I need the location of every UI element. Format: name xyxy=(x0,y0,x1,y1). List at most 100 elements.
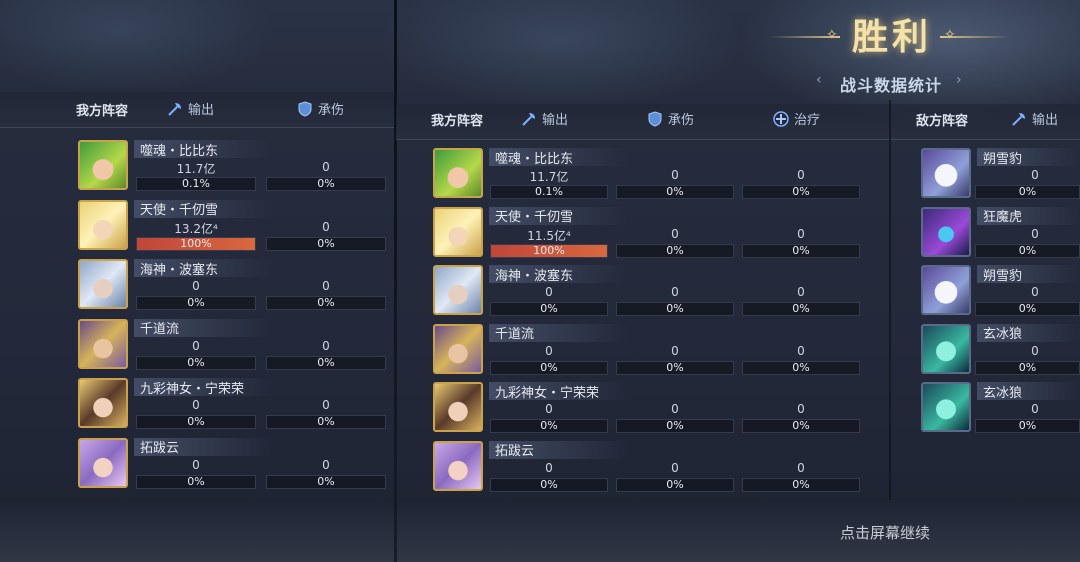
stat-percent-bar: 0% xyxy=(616,360,734,375)
stat-percent-bar: 0% xyxy=(266,474,386,489)
silver-sea-god-hero-avatar[interactable] xyxy=(78,259,128,309)
enemy-name: 玄冰狼 xyxy=(977,323,1080,342)
stat-value: 0 xyxy=(797,226,805,241)
enemy-stat-row: 朔雪豹 0 0% xyxy=(921,148,1080,206)
stat-percent: 0% xyxy=(317,236,335,250)
hero-name: 九彩神女・宁荣荣 xyxy=(489,382,629,401)
title-tick-left: ‹ xyxy=(816,72,822,88)
lavender-hair-hero-avatar[interactable] xyxy=(433,440,483,491)
purple-demon-tiger-avatar[interactable] xyxy=(921,206,971,257)
hero-stat-row: 天使・千仞雪 11.5亿⁴ 100% 0 0% 0 0% xyxy=(433,206,873,265)
lavender-hair-hero-avatar[interactable] xyxy=(78,437,128,488)
stat-value: 0 xyxy=(192,457,200,472)
blonde-elder-hero-avatar[interactable] xyxy=(78,318,128,369)
right-stats-panel: 我方阵容 输出 承伤 治疗 敌方阵容 输出 噬魂・比比东 11.7亿 0.1% 0 0%… xyxy=(396,0,1080,562)
white-snow-leopard-avatar[interactable] xyxy=(921,265,971,315)
stat-percent: 0% xyxy=(666,360,684,374)
tab-label: 承伤 xyxy=(668,113,695,128)
ornament-icon: ✧ xyxy=(944,27,956,43)
stat-percent-bar: 0% xyxy=(742,185,860,199)
shield-icon xyxy=(646,110,664,128)
stat-percent: 0% xyxy=(187,296,205,309)
hero-stat-row: 拓跋云 0 0% 0 0% xyxy=(78,437,394,496)
stat-percent-bar: 0% xyxy=(490,360,608,375)
right-tab-output[interactable]: 输出 xyxy=(520,109,568,128)
golden-angel-hero-avatar[interactable] xyxy=(433,206,483,257)
stat-value: 0 xyxy=(671,343,679,358)
golden-angel-hero-avatar[interactable] xyxy=(78,199,128,250)
stat-value: 0 xyxy=(1031,285,1039,299)
stat-percent: 0% xyxy=(792,419,810,432)
hero-name: 海神・波塞东 xyxy=(489,265,629,284)
green-spiky-hair-hero-avatar[interactable] xyxy=(78,140,128,190)
stat-percent: 0% xyxy=(666,419,684,432)
hero-stat-row: 海神・波塞东 0 0% 0 0% xyxy=(78,259,394,317)
enemy-name: 玄冰狼 xyxy=(977,382,1080,401)
stat-percent: 0% xyxy=(666,302,684,315)
hero-stat-row: 海神・波塞东 0 0% 0 0% 0 0% xyxy=(433,265,873,323)
teal-ice-wolf-avatar[interactable] xyxy=(921,382,971,432)
stat-value: 0 xyxy=(671,168,679,182)
dark-hair-goddess-hero-avatar[interactable] xyxy=(78,378,128,428)
stat-value: 0 xyxy=(671,285,679,299)
stat-percent-bar: 0% xyxy=(975,243,1080,258)
stat-percent-bar: 0% xyxy=(136,415,256,429)
stat-percent: 0% xyxy=(1018,360,1037,374)
left-tab-output[interactable]: 输出 xyxy=(166,99,214,118)
green-spiky-hair-hero-avatar[interactable] xyxy=(433,148,483,198)
blonde-elder-hero-avatar[interactable] xyxy=(433,323,483,374)
stat-percent: 0% xyxy=(540,419,558,432)
hero-name: 天使・千仞雪 xyxy=(134,199,274,218)
stat-percent: 0% xyxy=(540,360,558,374)
dark-hair-goddess-hero-avatar[interactable] xyxy=(433,382,483,432)
enemy-stat-row: 狂魔虎 0 0% xyxy=(921,206,1080,265)
axe-icon xyxy=(166,100,184,118)
stat-percent: 0% xyxy=(317,355,335,369)
hero-stat-row: 拓跋云 0 0% 0 0% 0 0% xyxy=(433,440,873,499)
stat-percent-bar: 0% xyxy=(742,419,860,433)
teal-ice-wolf-avatar[interactable] xyxy=(921,323,971,374)
stat-percent-bar: 0% xyxy=(742,360,860,375)
left-stats-panel: 我方阵容 输出 承伤 噬魂・比比东 11.7亿 0.1% 0 0% 天使・千仞雪 13.2亿… xyxy=(0,0,396,562)
right-tab-damage-taken[interactable]: 承伤 xyxy=(646,109,694,128)
stat-percent: 0% xyxy=(187,415,205,428)
stat-percent: 0.1% xyxy=(535,185,563,198)
enemy-stat-row: 朔雪豹 0 0% xyxy=(921,265,1080,323)
left-tab-damage-taken[interactable]: 承伤 xyxy=(296,99,344,118)
right-team-label: 我方阵容 xyxy=(431,114,484,129)
stat-percent-bar: 0% xyxy=(742,302,860,316)
stat-percent: 0.1% xyxy=(182,177,210,190)
stat-value: 0 xyxy=(322,457,330,472)
tab-label: 治疗 xyxy=(794,113,821,128)
stat-percent: 0% xyxy=(317,296,335,309)
stat-percent-bar: 0% xyxy=(975,419,1080,433)
stat-percent: 0% xyxy=(666,185,684,198)
stat-percent-bar: 0.1% xyxy=(136,177,256,191)
stat-percent-bar: 100% xyxy=(490,243,608,258)
stat-percent-bar: 0% xyxy=(616,185,734,199)
stat-value: 0 xyxy=(545,460,553,475)
stat-value: 0 xyxy=(797,402,805,416)
stat-percent: 0% xyxy=(792,185,810,198)
left-team-label: 我方阵容 xyxy=(76,104,129,119)
stat-percent-bar: 0.1% xyxy=(490,185,608,199)
stat-percent: 0% xyxy=(317,177,335,190)
stat-value: 0 xyxy=(797,285,805,299)
stat-percent-bar: 0% xyxy=(975,302,1080,316)
tab-label: 输出 xyxy=(542,113,569,128)
hero-stat-row: 天使・千仞雪 13.2亿⁴ 100% 0 0% xyxy=(78,199,394,258)
stat-percent: 0% xyxy=(540,477,558,491)
stat-value: 0 xyxy=(322,338,330,353)
stat-percent: 100% xyxy=(533,243,565,257)
right-tab-healing[interactable]: 治疗 xyxy=(772,109,820,128)
stat-value: 0 xyxy=(192,338,200,353)
stat-value: 0 xyxy=(1031,343,1039,358)
enemy-tab-output[interactable]: 输出 xyxy=(1010,109,1058,128)
stat-percent-bar: 0% xyxy=(266,355,386,370)
hero-stat-row: 九彩神女・宁荣荣 0 0% 0 0% 0 0% xyxy=(433,382,873,440)
silver-sea-god-hero-avatar[interactable] xyxy=(433,265,483,315)
tap-to-continue[interactable]: 点击屏幕继续 xyxy=(840,522,930,543)
stat-value: 0 xyxy=(797,343,805,358)
stat-percent-bar: 0% xyxy=(975,185,1080,199)
white-snow-leopard-avatar[interactable] xyxy=(921,148,971,198)
